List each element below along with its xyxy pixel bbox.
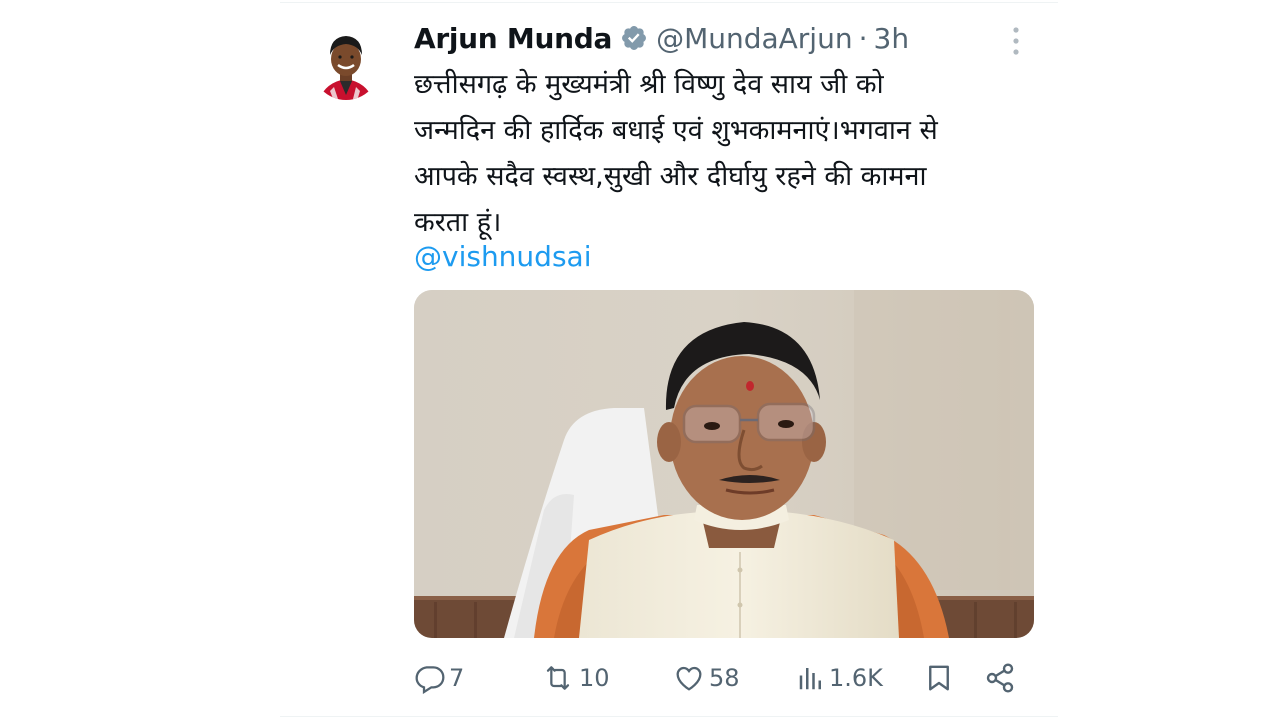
tweet-text: छत्तीसगढ़ के मुख्यमंत्री श्री विष्णु देव… (414, 62, 1044, 246)
action-bar: 7 10 58 1.6K (414, 656, 1024, 700)
verified-badge-icon (620, 24, 648, 52)
heart-icon (676, 666, 702, 691)
tweet-card[interactable]: Arjun Munda @MundaArjun · 3h छत्तीसगढ़ क… (280, 0, 1058, 720)
tweet-text-line: जन्मदिन की हार्दिक बधाई एवं शुभकामनाएं।भ… (414, 115, 938, 146)
retweet-icon (546, 666, 570, 690)
tweet-text-line: आपके सदैव स्वस्थ,सुखी और दीर्घायु रहने क… (414, 161, 927, 192)
bookmark-button[interactable] (924, 656, 954, 700)
tweet-photo[interactable] (414, 290, 1034, 638)
share-icon (986, 663, 1014, 693)
tweet-header: Arjun Munda @MundaArjun · 3h (414, 18, 909, 58)
divider (280, 716, 1058, 717)
retweet-button[interactable]: 10 (540, 656, 610, 700)
handle[interactable]: @MundaArjun (656, 22, 853, 55)
mention-link[interactable]: @vishnudsai (414, 234, 591, 280)
like-count: 58 (709, 664, 740, 692)
divider (280, 2, 1058, 3)
avatar[interactable] (312, 21, 380, 111)
share-button[interactable] (984, 656, 1016, 700)
more-options-icon[interactable] (1004, 24, 1028, 60)
separator-dot: · (858, 21, 868, 55)
bookmark-icon (929, 665, 949, 691)
reply-count: 7 (449, 664, 465, 692)
like-button[interactable]: 58 (672, 656, 740, 700)
reply-icon (415, 666, 445, 694)
views-icon (799, 668, 821, 690)
views-button[interactable]: 1.6K (796, 656, 883, 700)
timestamp[interactable]: 3h (874, 22, 910, 55)
reply-button[interactable]: 7 (414, 656, 464, 700)
tweet-text-line: छत्तीसगढ़ के मुख्यमंत्री श्री विष्णु देव… (414, 69, 884, 100)
retweet-count: 10 (579, 664, 610, 692)
views-count: 1.6K (829, 664, 883, 692)
display-name[interactable]: Arjun Munda (414, 22, 612, 55)
